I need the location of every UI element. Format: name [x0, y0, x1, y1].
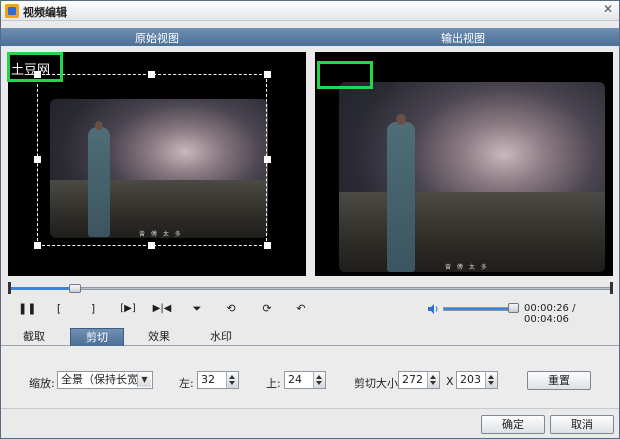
increment-icon[interactable]	[430, 375, 436, 379]
top-offset-label: 上:	[266, 377, 281, 390]
increment-icon[interactable]	[229, 375, 235, 379]
crop-width-stepper[interactable]: 272	[398, 371, 440, 389]
chevron-down-icon[interactable]: ▼	[137, 373, 151, 387]
title-bar: 视频编辑 ✕	[1, 1, 619, 21]
timeline-slider[interactable]	[8, 282, 613, 294]
decrement-icon[interactable]	[229, 381, 235, 385]
mark-out-icon[interactable]: ]	[85, 301, 101, 317]
volume-thumb[interactable]	[508, 303, 519, 313]
crop-height-stepper[interactable]: 203	[456, 371, 498, 389]
timeline-end-marker[interactable]	[610, 282, 613, 294]
crop-handle-bottom[interactable]	[148, 242, 155, 249]
decrement-icon[interactable]	[316, 381, 322, 385]
output-video-frame	[339, 82, 605, 272]
time-readout: 00:00:26 / 00:04:06	[524, 303, 576, 325]
decrement-icon[interactable]	[430, 381, 436, 385]
volume-slider[interactable]	[443, 307, 517, 311]
split-icon[interactable]: ▶|◀	[151, 301, 173, 317]
crop-width-value: 272	[402, 373, 423, 386]
top-offset-value: 24	[288, 373, 302, 386]
volume-level	[444, 308, 509, 310]
timeline-track[interactable]	[9, 287, 613, 290]
left-offset-value: 32	[201, 373, 215, 386]
edit-tabs: 截取 剪切 效果 水印	[1, 328, 619, 346]
original-video-preview[interactable]: 曾 傅 太 多	[8, 52, 306, 276]
left-offset-stepper[interactable]: 32	[197, 371, 239, 389]
view-header-bar: 原始视图 输出视图	[1, 28, 619, 46]
tab-watermark[interactable]: 水印	[194, 328, 248, 346]
footer-divider	[1, 408, 619, 409]
ok-button[interactable]: 确定	[481, 415, 545, 434]
play-segment-icon[interactable]: [▶]	[117, 301, 139, 317]
decrement-icon[interactable]	[488, 381, 494, 385]
volume-icon[interactable]	[427, 303, 439, 315]
crop-handle-left[interactable]	[34, 156, 41, 163]
mark-in-icon[interactable]: [	[51, 301, 67, 317]
crop-handle-bottom-left[interactable]	[34, 242, 41, 249]
crop-handle-right[interactable]	[264, 156, 271, 163]
zoom-label: 缩放:	[29, 377, 55, 390]
close-button[interactable]: ✕	[601, 3, 615, 17]
output-subtitle-caption: 曾 傅 太 多	[445, 264, 489, 271]
original-view-title: 原始视图	[135, 32, 179, 45]
rotate-right-icon[interactable]: ⟳	[259, 301, 275, 317]
top-offset-stepper[interactable]: 24	[284, 371, 326, 389]
output-view-title: 输出视图	[441, 32, 485, 45]
video-edit-dialog: 视频编辑 ✕ 原始视图 输出视图 曾 傅 太 多 土豆网 曾 傅 太 多 ❚❚ …	[0, 0, 620, 439]
crop-handle-top-right[interactable]	[264, 71, 271, 78]
window-title: 视频编辑	[23, 6, 67, 19]
crop-handle-top[interactable]	[148, 71, 155, 78]
app-logo-icon	[5, 4, 19, 18]
crop-size-label: 剪切大小:	[354, 377, 402, 390]
cancel-button[interactable]: 取消	[550, 415, 614, 434]
timeline-progress	[9, 287, 75, 290]
times-sign: X	[446, 375, 454, 388]
tab-capture[interactable]: 截取	[7, 328, 61, 346]
increment-icon[interactable]	[488, 375, 494, 379]
zoom-mode-value: 全景（保持长宽）	[61, 373, 149, 386]
increment-icon[interactable]	[316, 375, 322, 379]
flip-vertical-icon[interactable]: ⏷	[189, 301, 205, 317]
timeline-thumb[interactable]	[69, 284, 81, 293]
watermark-highlight-box	[7, 52, 63, 82]
left-offset-label: 左:	[179, 377, 194, 390]
timeline-start-marker[interactable]	[8, 282, 11, 294]
crop-height-value: 203	[460, 373, 481, 386]
rotate-left-icon[interactable]: ⟲	[223, 301, 239, 317]
tab-effects[interactable]: 效果	[132, 328, 186, 346]
crop-handle-bottom-right[interactable]	[264, 242, 271, 249]
output-highlight-box	[317, 61, 373, 89]
tab-crop[interactable]: 剪切	[70, 328, 124, 346]
undo-icon[interactable]: ↶	[293, 301, 309, 317]
reset-button[interactable]: 重置	[527, 371, 591, 390]
crop-selection-rect[interactable]	[37, 74, 267, 246]
zoom-mode-select[interactable]: 全景（保持长宽） ▼	[57, 371, 153, 389]
pause-icon[interactable]: ❚❚	[18, 301, 36, 317]
